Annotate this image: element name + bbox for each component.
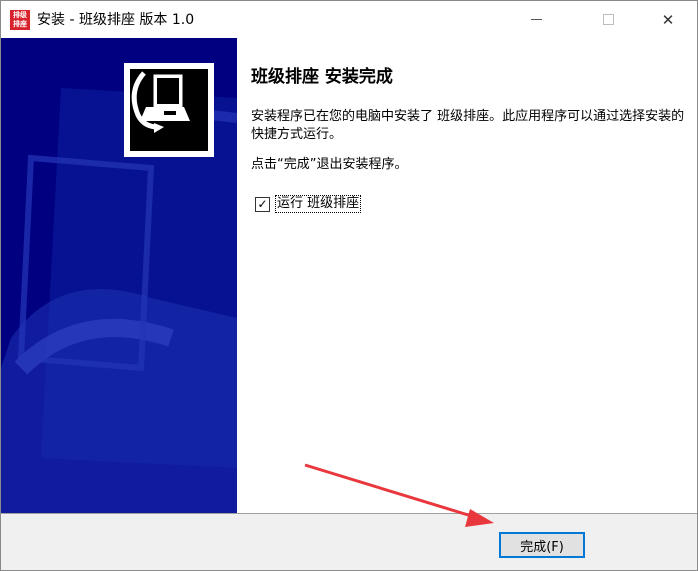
maximize-icon [602,14,614,25]
title-bar: 排级 排座 安装 - 班级排座 版本 1.0 ✕ [1,1,697,38]
close-icon: ✕ [661,10,675,29]
maximize-button[interactable] [585,1,631,38]
computer-install-icon [130,69,208,151]
run-app-checkbox-row[interactable]: ✓ 运行 班级排座 [255,195,362,213]
checkmark-icon: ✓ [257,196,268,211]
completion-description: 安装程序已在您的电脑中安装了 班级排座。此应用程序可以通过选择安装的快捷方式运行… [251,109,685,142]
installer-window: 排级 排座 安装 - 班级排座 版本 1.0 ✕ 班级排座 安装完成 安装程序已… [0,0,698,571]
finish-button[interactable]: 完成(F) [499,532,585,558]
minimize-icon [530,19,542,20]
installer-logo [124,63,214,157]
button-bar: 完成(F) [1,513,697,570]
app-icon: 排级 排座 [10,10,30,30]
minimize-button[interactable] [513,1,559,38]
main-content: 班级排座 安装完成 安装程序已在您的电脑中安装了 班级排座。此应用程序可以通过选… [237,38,697,513]
window-title: 安装 - 班级排座 版本 1.0 [37,12,195,28]
run-app-checkbox[interactable]: ✓ [255,196,270,212]
run-app-label[interactable]: 运行 班级排座 [275,195,362,213]
page-title: 班级排座 安装完成 [251,67,393,87]
installer-banner [1,38,237,513]
app-icon-text-bottom: 排座 [13,20,27,28]
close-button[interactable]: ✕ [645,1,691,38]
exit-hint: 点击“完成”退出安装程序。 [251,157,408,172]
app-icon-text-top: 排级 [13,11,27,19]
